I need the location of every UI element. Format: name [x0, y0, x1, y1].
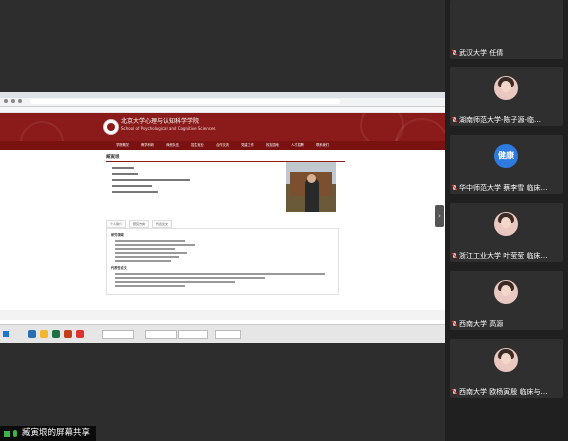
back-icon[interactable] — [4, 99, 8, 103]
taskbar-folder-icon[interactable] — [40, 330, 48, 338]
person-name: 臧寅垠 — [106, 155, 120, 160]
site-title: 北京大学心理与认知科学学院 — [121, 118, 200, 125]
profile-info — [112, 165, 190, 197]
mic-muted-icon — [452, 321, 457, 327]
mic-muted-icon — [452, 185, 457, 191]
participant-name: 西南大学 欧杨寅殷 临床与… — [459, 388, 548, 396]
mic-muted-icon — [452, 117, 457, 123]
participant-label: 西南大学 高源 — [452, 319, 503, 329]
mic-muted-icon — [452, 389, 457, 395]
windows-taskbar — [0, 324, 445, 343]
profile-tabs: 个人简介 研究方向 代表论文 — [106, 220, 173, 228]
mic-muted-icon — [452, 253, 457, 259]
site-footer — [0, 310, 445, 320]
panel-collapse-handle[interactable]: › — [435, 205, 444, 227]
participant-tile[interactable]: 浙江工业大学 叶莹莹 临床… — [450, 203, 563, 262]
taskbar-powerpoint-icon[interactable] — [64, 330, 72, 338]
participant-tile[interactable]: 西南大学 高源 — [450, 271, 563, 330]
participant-tile[interactable]: 西南大学 欧杨寅殷 临床与… — [450, 339, 563, 398]
taskbar-excel-icon[interactable] — [52, 330, 60, 338]
screen-share-indicator: 臧寅垠的屏幕共享 — [0, 426, 97, 441]
participant-name: 湖南师范大学-陈子源-临… — [459, 116, 542, 124]
tab-research[interactable]: 研究方向 — [129, 220, 150, 228]
taskbar-app-icon[interactable] — [28, 330, 36, 338]
site-header: 北京大学心理与认知科学学院 School of Psychological an… — [0, 113, 445, 141]
participant-name: 浙江工业大学 叶莹莹 临床… — [459, 252, 548, 260]
start-icon[interactable] — [3, 331, 9, 337]
avatar — [494, 76, 518, 100]
participant-label: 西南大学 欧杨寅殷 临床与… — [452, 387, 547, 397]
participant-label: 华中师范大学 蔡李雪 临床… — [452, 183, 547, 193]
participants-panel: 武汉大学 任倩 湖南师范大学-陈子源-临… 健康 华中师范大学 蔡李雪 临床… … — [445, 0, 568, 441]
avatar — [494, 280, 518, 304]
participant-label: 武汉大学 任倩 — [452, 48, 503, 58]
avatar — [494, 348, 518, 372]
mic-muted-icon — [452, 50, 457, 56]
signal-icon — [4, 430, 10, 437]
tab-papers[interactable]: 代表论文 — [152, 220, 173, 228]
participant-tile[interactable]: 湖南师范大学-陈子源-临… — [450, 67, 563, 126]
site-subtitle: School of Psychological and Cognitive Sc… — [121, 126, 216, 131]
research-heading: 研究领域 — [111, 233, 124, 237]
microphone-icon — [13, 430, 17, 437]
participant-tile[interactable]: 健康 华中师范大学 蔡李雪 临床… — [450, 135, 563, 194]
taskbar-window-2[interactable] — [145, 330, 177, 339]
avatar: 健康 — [494, 144, 518, 168]
forward-icon[interactable] — [11, 99, 15, 103]
taskbar-chrome-icon[interactable] — [76, 330, 84, 338]
shared-browser-window: 北京大学心理与认知科学学院 School of Psychological an… — [0, 92, 445, 343]
participant-tile[interactable]: 武汉大学 任倩 — [450, 0, 563, 59]
browser-address-bar[interactable] — [0, 98, 445, 107]
url-field[interactable] — [30, 99, 340, 104]
shared-screen-area: 北京大学心理与认知科学学院 School of Psychological an… — [0, 0, 445, 441]
participant-name: 华中师范大学 蔡李雪 临床… — [459, 184, 548, 192]
reload-icon[interactable] — [18, 99, 22, 103]
participant-label: 湖南师范大学-陈子源-临… — [452, 115, 541, 125]
participant-label: 浙江工业大学 叶莹莹 临床… — [452, 251, 547, 261]
participant-name: 武汉大学 任倩 — [459, 49, 504, 57]
profile-page: 臧寅垠 个人简介 研究方向 代表论文 研究领域 代表性论文 — [100, 148, 345, 308]
taskbar-window-3[interactable] — [178, 330, 208, 339]
participant-name: 西南大学 高源 — [459, 320, 504, 328]
university-logo — [103, 119, 119, 135]
profile-photo — [286, 162, 336, 212]
tab-intro[interactable]: 个人简介 — [106, 220, 127, 228]
taskbar-window-4[interactable] — [215, 330, 241, 339]
papers-heading: 代表性论文 — [111, 266, 127, 270]
avatar — [494, 212, 518, 236]
profile-content: 研究领域 代表性论文 — [106, 228, 339, 295]
taskbar-window-1[interactable] — [102, 330, 134, 339]
sharer-name: 臧寅垠的屏幕共享 — [22, 428, 91, 438]
